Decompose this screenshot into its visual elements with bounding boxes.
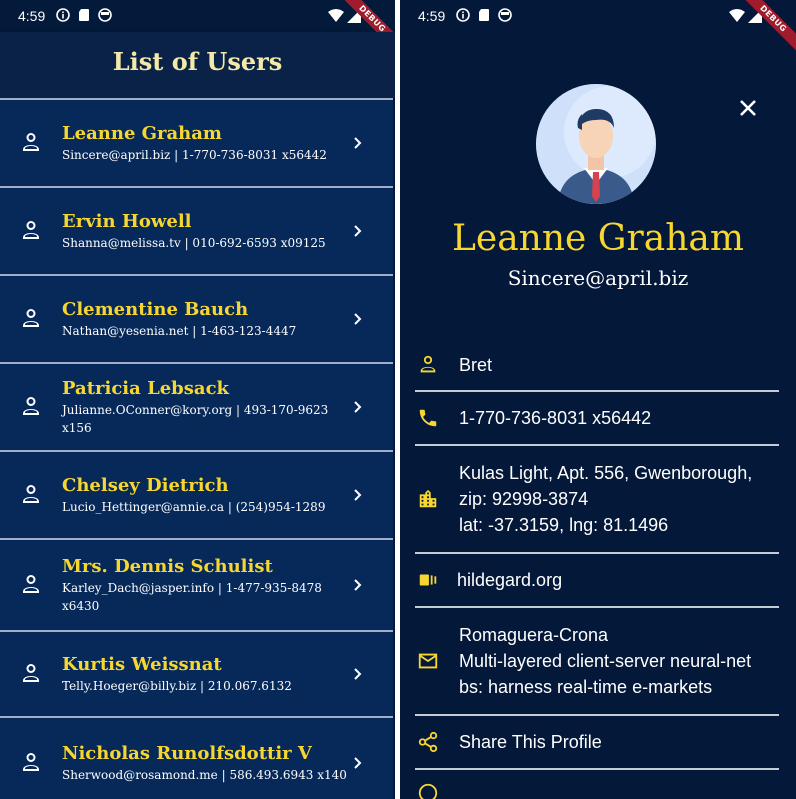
app-bar: List of Users <box>0 32 395 98</box>
user-card-1[interactable]: Leanne Graham Sincere@april.biz | 1-770-7… <box>0 98 393 186</box>
user-name: Mrs. Dennis Schulist <box>62 556 273 577</box>
user-contact: Sherwood@rosamond.me | 586.493.6943 x140 <box>62 768 347 782</box>
user-contact: Julianne.OConner@kory.org | 493-170-9623… <box>62 403 329 435</box>
city-icon <box>415 488 459 510</box>
address-line-2: zip: 92998-3874 <box>459 489 589 509</box>
user-contact: Lucio_Hettinger@annie.ca | (254)954-1289 <box>62 500 326 514</box>
mail-icon <box>415 650 459 672</box>
close-icon[interactable] <box>736 96 760 120</box>
address-line-3: lat: -37.3159, lng: 81.1496 <box>459 515 669 535</box>
user-name: Kurtis Weissnat <box>62 654 222 675</box>
share-label: Share This Profile <box>459 732 602 752</box>
user-name: Chelsey Dietrich <box>62 475 229 496</box>
detail-email: Sincere@april.biz <box>507 266 689 290</box>
status-icons <box>56 8 112 22</box>
website-text: hildegard.org <box>457 570 563 590</box>
user-card-8[interactable]: Nicholas Runolfsdottir V Sherwood@rosamon… <box>0 716 393 799</box>
user-card-4[interactable]: Patricia Lebsack Julianne.OConner@kory.or… <box>0 362 393 450</box>
username-row: Bret <box>415 340 779 392</box>
user-contact: Sincere@april.biz | 1-770-736-8031 x5644… <box>62 148 327 162</box>
user-card-2[interactable]: Ervin Howell Shanna@melissa.tv | 010-692-… <box>0 186 393 274</box>
phone-icon <box>415 407 459 429</box>
face-icon <box>498 8 512 22</box>
person-icon <box>0 395 62 419</box>
person-icon <box>0 751 62 775</box>
status-time: 4:59 <box>418 8 446 24</box>
avatar <box>536 84 656 204</box>
chevron-right-icon <box>354 401 362 413</box>
company-bs: bs: harness real-time e-markets <box>459 677 713 697</box>
website-row[interactable]: hildegard.org <box>415 554 779 608</box>
chevron-right-icon <box>354 489 362 501</box>
phone-text: 1-770-736-8031 x56442 <box>459 408 652 428</box>
address-line-1: Kulas Light, Apt. 556, Gwenborough, <box>459 463 753 483</box>
user-contact: Nathan@yesenia.net | 1-463-123-4447 <box>62 324 297 338</box>
status-bar: 4:59 DEBUG <box>400 0 796 56</box>
debug-banner: DEBUG <box>736 0 796 60</box>
share-icon <box>415 731 459 753</box>
person-icon <box>0 483 62 507</box>
user-card-7[interactable]: Kurtis Weissnat Telly.Hoeger@billy.biz | … <box>0 630 393 716</box>
chevron-right-icon <box>354 137 362 149</box>
person-icon <box>0 219 62 243</box>
user-name: Nicholas Runolfsdottir V <box>62 743 312 764</box>
status-bar: 4:59 DEBUG <box>0 0 395 56</box>
user-name: Patricia Lebsack <box>62 378 230 399</box>
person-icon <box>0 131 62 155</box>
user-contact: Telly.Hoeger@billy.biz | 210.067.6132 <box>62 679 292 693</box>
user-card-3[interactable]: Clementine Bauch Nathan@yesenia.net | 1-4… <box>0 274 393 362</box>
person-icon <box>0 307 62 331</box>
person-icon <box>0 573 62 597</box>
chevron-right-icon <box>354 313 362 325</box>
user-contact: Shanna@melissa.tv | 010-692-6593 x09125 <box>62 236 326 250</box>
company-name: Romaguera-Crona <box>459 625 609 645</box>
user-name: Clementine Bauch <box>62 299 249 320</box>
phone-row[interactable]: 1-770-736-8031 x56442 <box>415 392 779 446</box>
chevron-right-icon <box>354 225 362 237</box>
user-name: Ervin Howell <box>62 211 192 232</box>
person-icon <box>415 354 459 376</box>
company-row: Romaguera-Crona Multi-layered client-ser… <box>415 608 779 716</box>
share-profile-button[interactable]: Share This Profile <box>415 716 779 770</box>
page-title: List of Users <box>112 47 283 76</box>
user-list: Leanne Graham Sincere@april.biz | 1-770-7… <box>0 98 395 799</box>
info-icon <box>56 8 70 22</box>
company-catchphrase: Multi-layered client-server neural-net <box>459 651 752 671</box>
user-card-6[interactable]: Mrs. Dennis Schulist Karley_Dach@jasper.i… <box>0 538 393 630</box>
user-contact: Karley_Dach@jasper.info | 1-477-935-8478… <box>62 581 322 613</box>
sd-card-icon <box>79 9 89 21</box>
user-list-screen: 4:59 DEBUG List of Users Leanne Graham Si… <box>0 0 395 799</box>
status-time: 4:59 <box>18 8 46 24</box>
next-row-icon <box>417 782 439 799</box>
detail-name: Leanne Graham <box>451 218 744 259</box>
username-text: Bret <box>459 355 493 375</box>
user-name: Leanne Graham <box>62 123 222 144</box>
info-icon <box>456 8 470 22</box>
status-icons <box>456 8 512 22</box>
user-detail-screen: 4:59 DEBUG Leanne Graham Sincere@april.b… <box>400 0 796 799</box>
chevron-right-icon <box>354 579 362 591</box>
chevron-right-icon <box>354 668 362 680</box>
user-card-5[interactable]: Chelsey Dietrich Lucio_Hettinger@annie.ca… <box>0 450 393 538</box>
web-icon <box>415 569 459 591</box>
chevron-right-icon <box>354 757 362 769</box>
sd-card-icon <box>479 9 489 21</box>
address-row[interactable]: Kulas Light, Apt. 556, Gwenborough, zip:… <box>415 446 779 554</box>
person-icon <box>0 662 62 686</box>
face-icon <box>98 8 112 22</box>
